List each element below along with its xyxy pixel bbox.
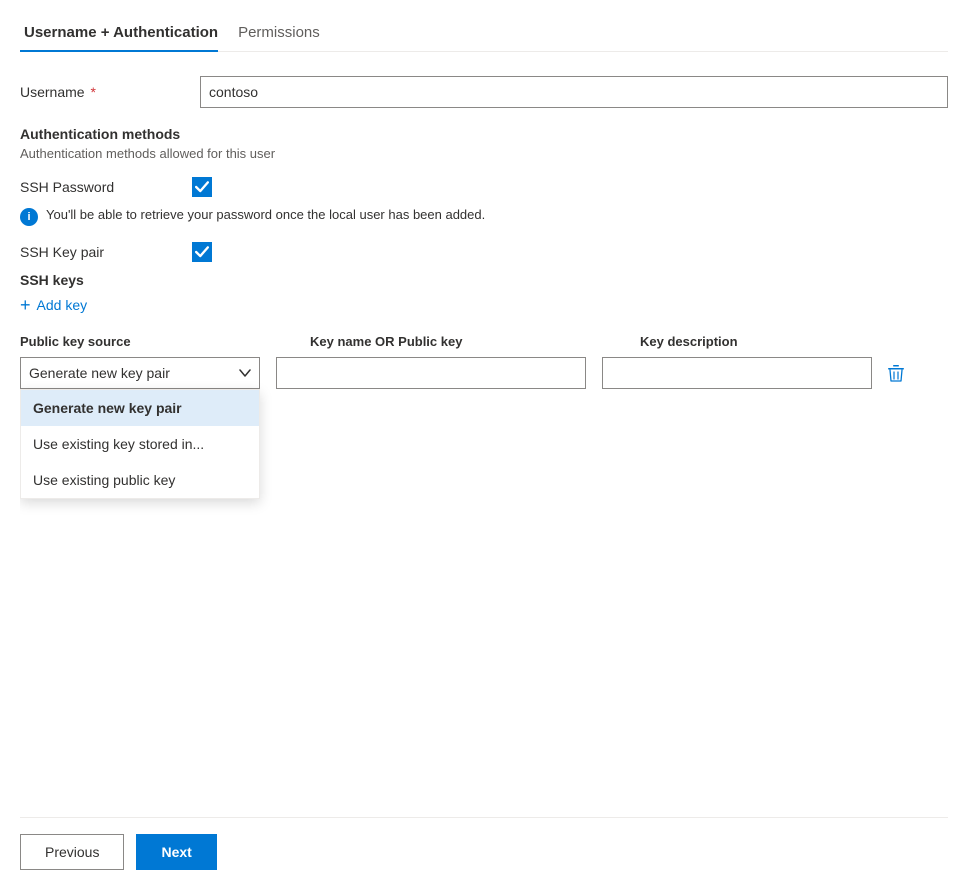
ssh-password-row: SSH Password [20,177,948,197]
tab-username-auth-label: Username + Authentication [24,24,218,41]
ssh-keypair-row: SSH Key pair [20,242,948,262]
public-key-source-dropdown[interactable]: Generate new key pair Generate new key p… [20,357,260,389]
tab-username-auth[interactable]: Username + Authentication [20,16,234,51]
form-section: Username * Authentication methods Authen… [20,76,948,817]
ssh-keys-heading: SSH keys [20,272,948,288]
key-description-input[interactable] [602,357,872,389]
th-source: Public key source [20,334,310,349]
key-name-input[interactable] [276,357,586,389]
required-star: * [87,84,96,100]
dropdown-trigger[interactable]: Generate new key pair [20,357,260,389]
dropdown-selected-label: Generate new key pair [29,365,170,381]
auth-methods-sub: Authentication methods allowed for this … [20,146,948,161]
tab-permissions[interactable]: Permissions [234,16,336,51]
info-text: You'll be able to retrieve your password… [46,207,485,222]
table-data-row: Generate new key pair Generate new key p… [20,357,948,389]
tab-permissions-label: Permissions [238,24,320,41]
username-label: Username * [20,84,200,100]
ssh-keypair-label: SSH Key pair [20,244,180,260]
auth-methods-heading: Authentication methods [20,126,948,142]
delete-key-button[interactable] [884,361,908,385]
table-headers: Public key source Key name OR Public key… [20,334,948,349]
add-key-label: Add key [37,297,88,313]
ssh-password-label: SSH Password [20,179,180,195]
dropdown-option-existing-stored[interactable]: Use existing key stored in... [21,426,259,462]
username-field-row: Username * [20,76,948,108]
info-row: i You'll be able to retrieve your passwo… [20,207,948,226]
add-key-row[interactable]: + Add key [20,296,948,314]
ssh-password-checkbox[interactable] [192,177,212,197]
th-key: Key name OR Public key [310,334,640,349]
footer: Previous Next [20,817,948,886]
tabs: Username + Authentication Permissions [20,16,948,52]
info-icon: i [20,208,38,226]
ssh-keypair-checkbox[interactable] [192,242,212,262]
chevron-down-icon [239,369,251,377]
next-button[interactable]: Next [136,834,216,870]
th-desc: Key description [640,334,910,349]
username-input[interactable] [200,76,948,108]
dropdown-menu: Generate new key pair Use existing key s… [20,389,260,499]
dropdown-option-generate[interactable]: Generate new key pair [21,390,259,426]
dropdown-option-existing-public[interactable]: Use existing public key [21,462,259,498]
add-key-plus-icon: + [20,296,31,314]
previous-button[interactable]: Previous [20,834,124,870]
